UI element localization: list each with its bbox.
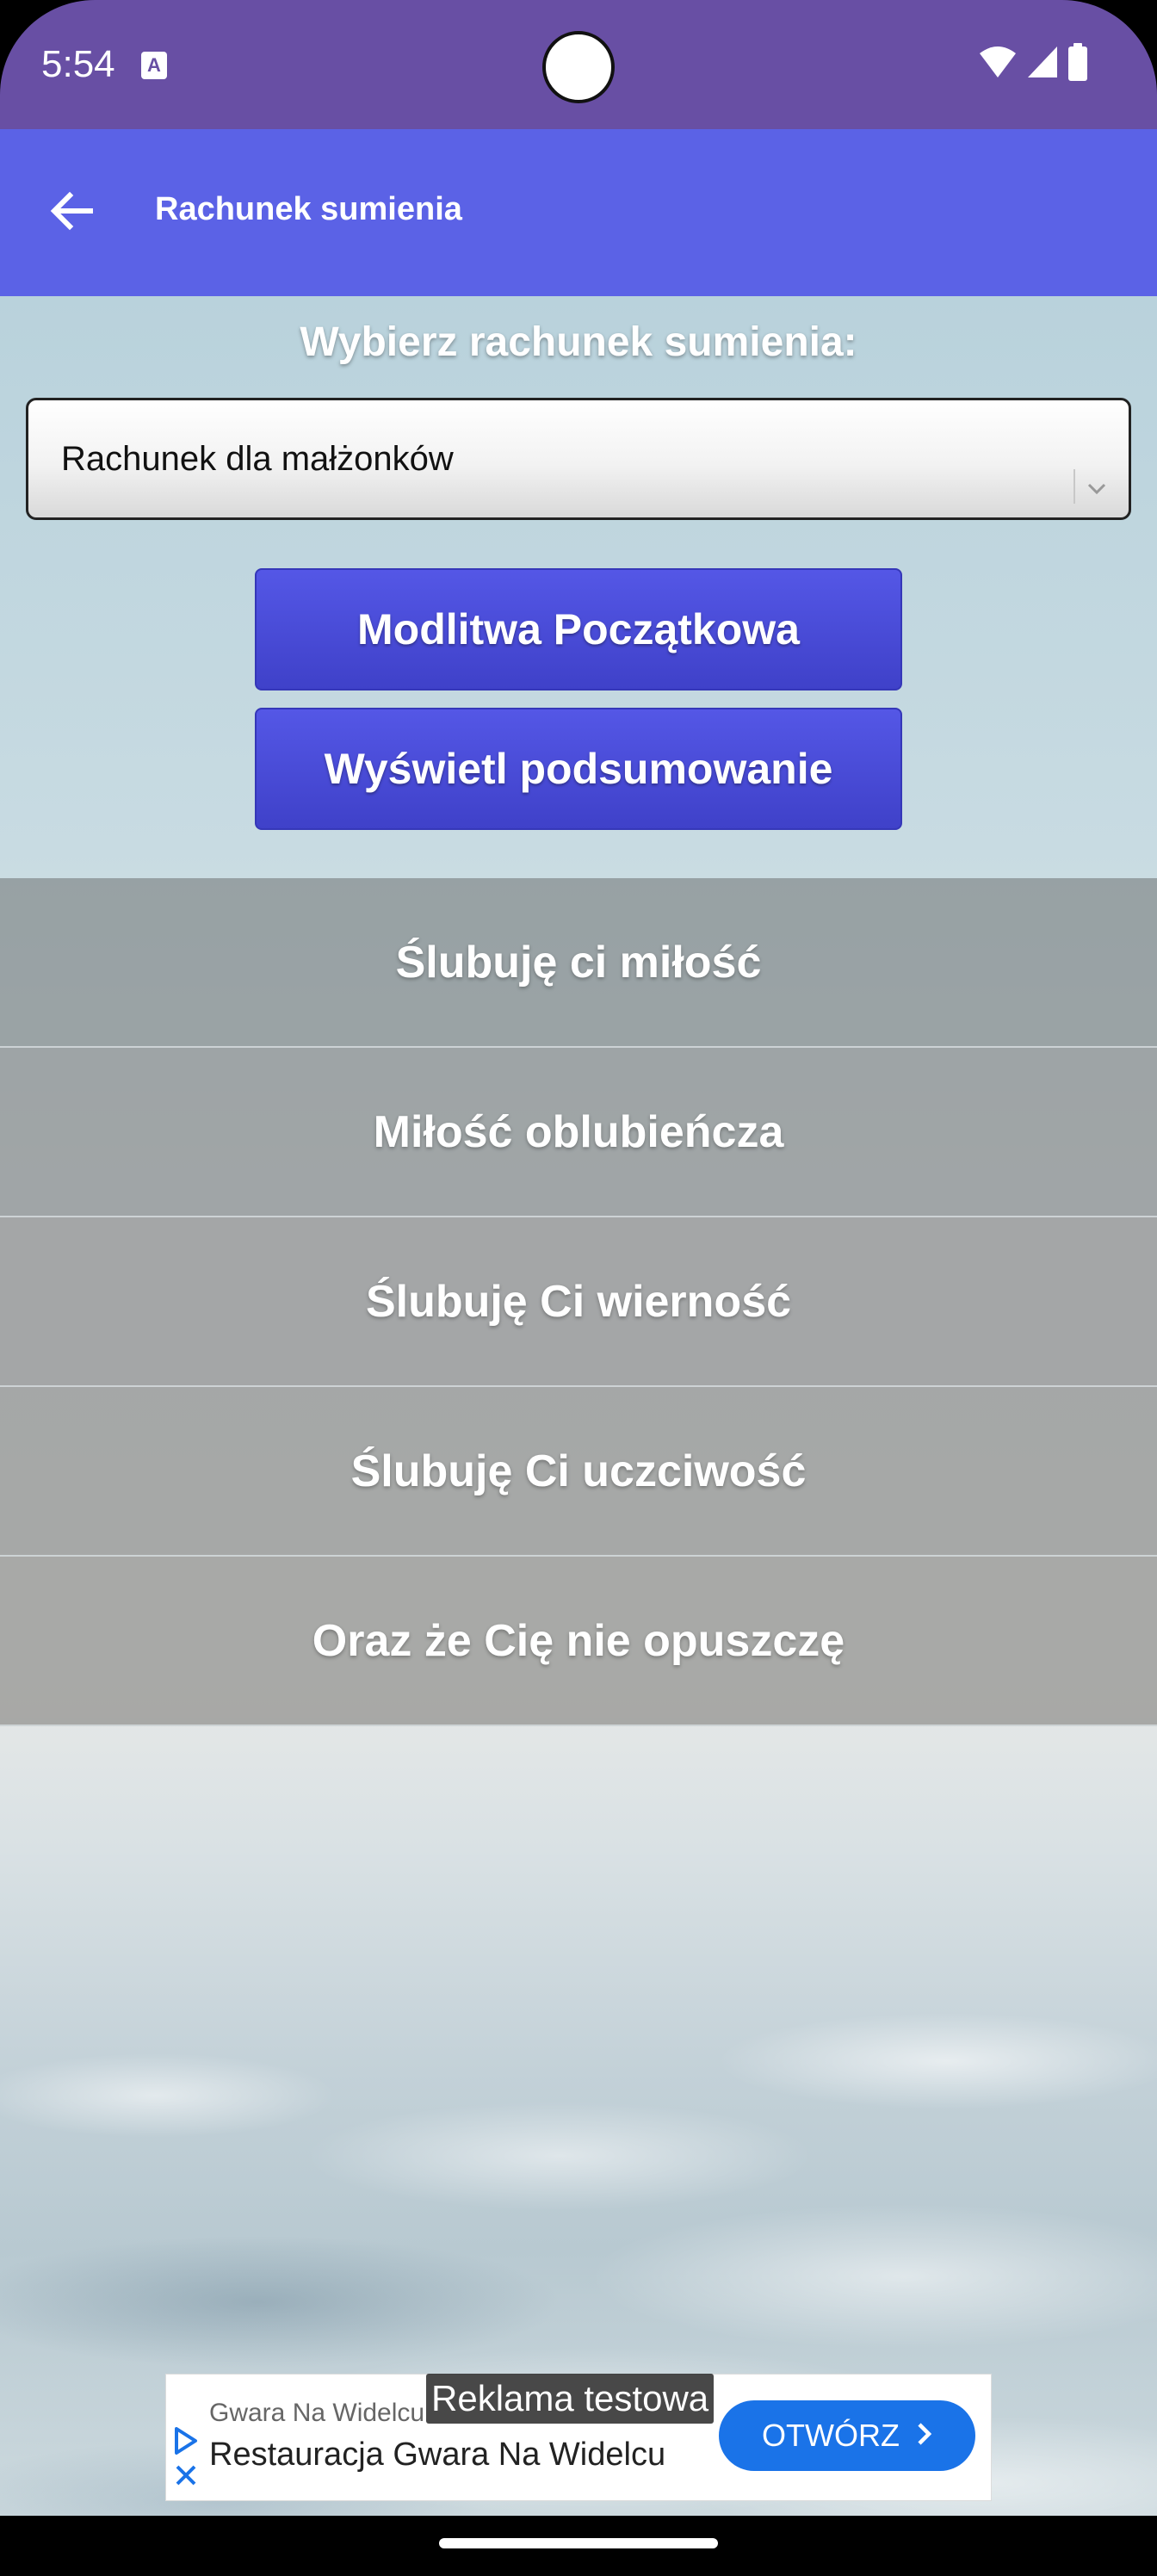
back-button[interactable] xyxy=(41,183,102,243)
ad-headline: Restauracja Gwara Na Widelcu xyxy=(209,2437,666,2473)
cellular-signal-icon xyxy=(1026,45,1059,84)
wifi-icon xyxy=(978,45,1018,84)
list-item[interactable]: Ślubuję Ci wierność xyxy=(0,1217,1157,1387)
page-title: Rachunek sumienia xyxy=(155,191,462,227)
select-divider xyxy=(1073,469,1075,504)
examination-select[interactable]: Rachunek dla małżonków xyxy=(26,398,1131,520)
chevron-right-icon xyxy=(917,2418,932,2454)
camera-cutout xyxy=(542,31,615,103)
list-item[interactable]: Ślubuję ci miłość xyxy=(0,878,1157,1048)
a-icon: A xyxy=(141,52,167,79)
ad-banner[interactable]: Gwara Na Widelcu Restauracja Gwara Na Wi… xyxy=(165,2374,992,2501)
status-icons xyxy=(978,42,1088,85)
ad-choices-icon[interactable] xyxy=(173,2426,199,2460)
navigation-bar xyxy=(0,2516,1157,2576)
list-item[interactable]: Oraz że Cię nie opuszczę xyxy=(0,1557,1157,1726)
select-prompt: Wybierz rachunek sumienia: xyxy=(300,319,857,365)
app-screen: 5:54 A Rachunek sumienia Wybierz rachune… xyxy=(0,0,1157,2576)
home-gesture-handle[interactable] xyxy=(439,2538,718,2548)
ad-advertiser: Gwara Na Widelcu xyxy=(209,2399,425,2427)
ad-test-label: Reklama testowa xyxy=(426,2374,715,2424)
arrow-back-icon xyxy=(49,189,94,238)
chevron-down-icon xyxy=(1084,476,1110,502)
ad-open-button[interactable]: OTWÓRZ xyxy=(719,2400,975,2471)
battery-icon xyxy=(1067,42,1088,85)
status-time: 5:54 xyxy=(41,43,115,85)
ad-open-label: OTWÓRZ xyxy=(762,2418,900,2453)
sections-list: Ślubuję ci miłość Miłość oblubieńcza Ślu… xyxy=(0,878,1157,1726)
close-icon[interactable] xyxy=(175,2464,197,2491)
list-item[interactable]: Ślubuję Ci uczciwość xyxy=(0,1387,1157,1557)
main-content: Wybierz rachunek sumienia: Rachunek dla … xyxy=(0,296,1157,2516)
app-bar: Rachunek sumienia xyxy=(0,129,1157,296)
show-summary-button[interactable]: Wyświetl podsumowanie xyxy=(255,708,902,830)
examination-select-value: Rachunek dla małżonków xyxy=(61,440,454,478)
status-bar: 5:54 A xyxy=(0,0,1157,129)
list-item[interactable]: Miłość oblubieńcza xyxy=(0,1048,1157,1217)
opening-prayer-button[interactable]: Modlitwa Początkowa xyxy=(255,568,902,690)
